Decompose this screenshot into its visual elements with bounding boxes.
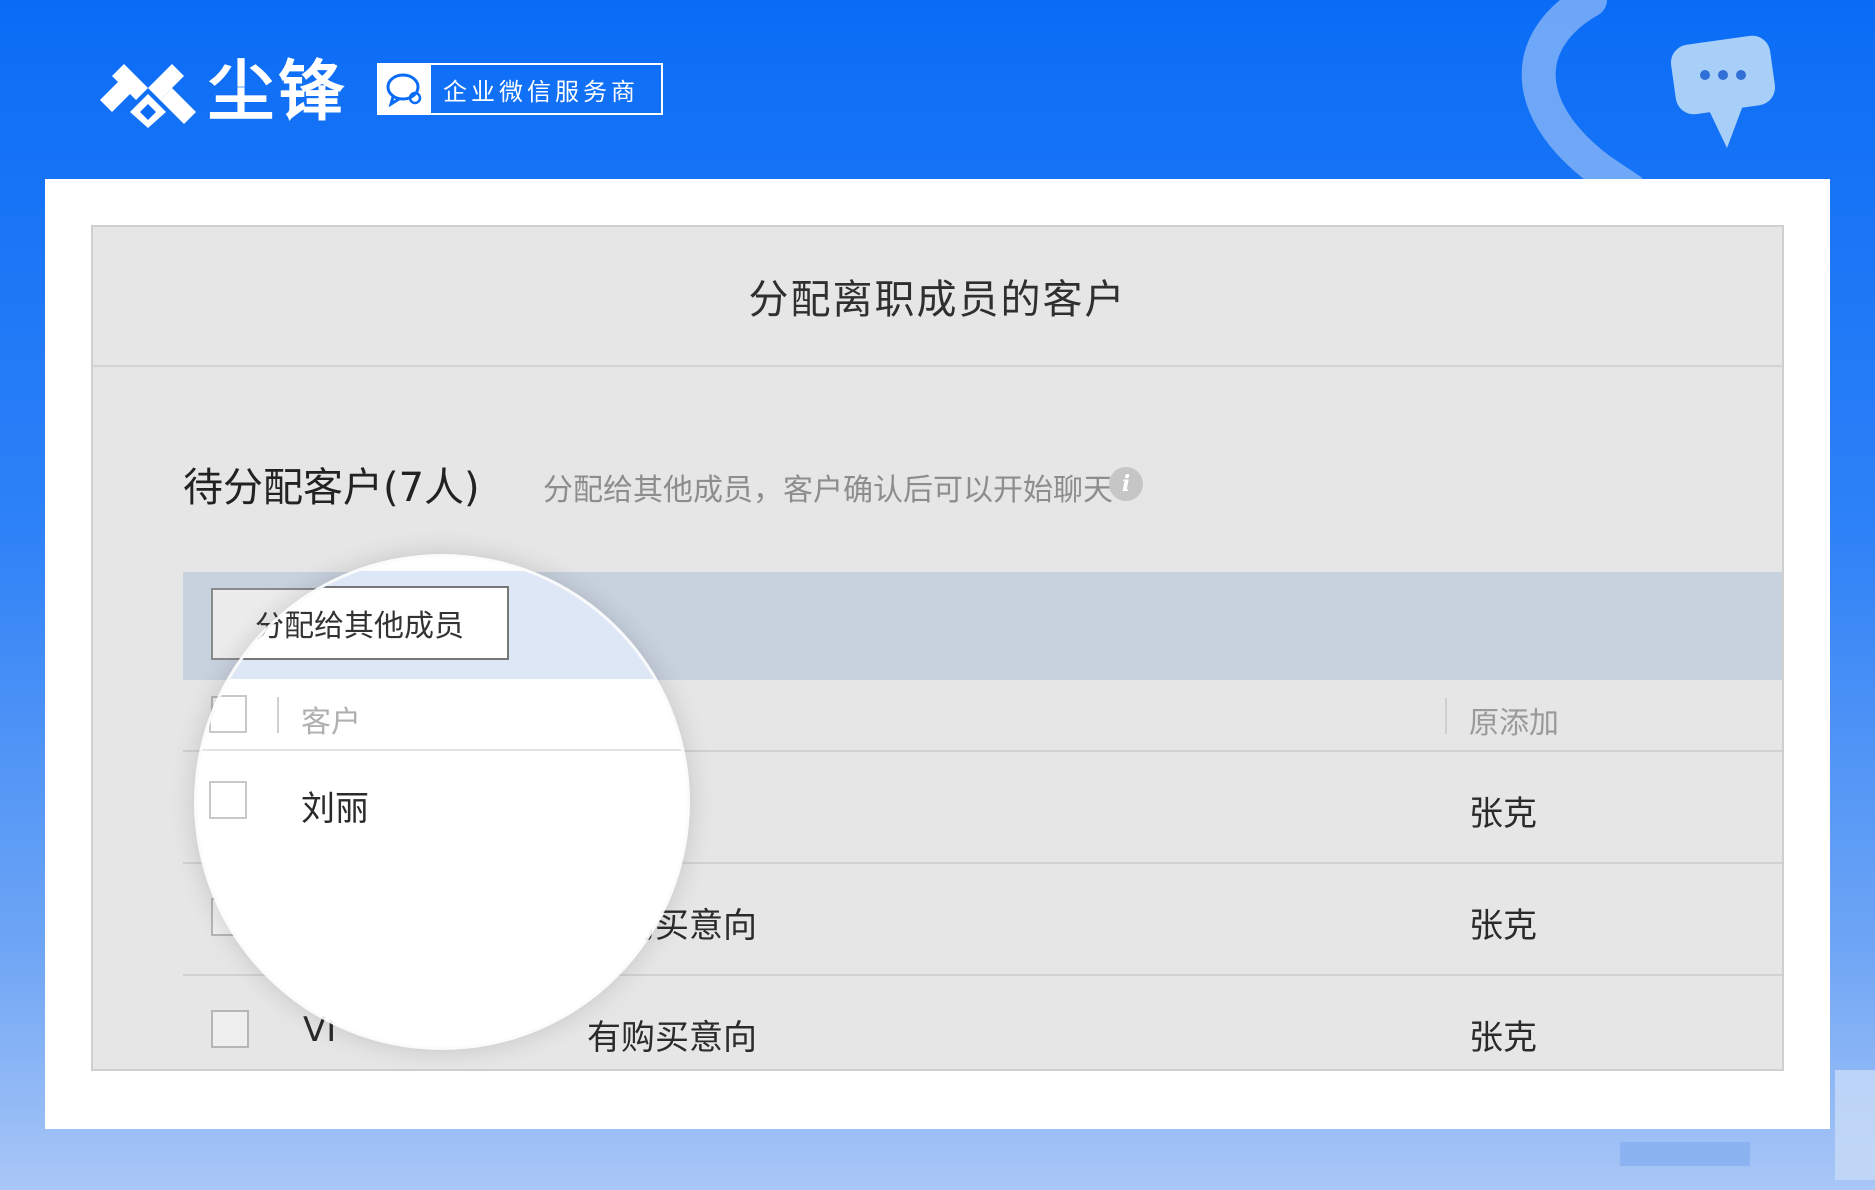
- section-hint: 分配给其他成员，客户确认后可以开始聊天: [543, 473, 1113, 508]
- content-card: 分配离职成员的客户 待分配客户(7人) 分配给其他成员，客户确认后可以开始聊天 …: [45, 179, 1830, 1129]
- badge-text: 企业微信服务商: [443, 77, 639, 106]
- chat-bubble-icon: [1670, 35, 1776, 148]
- magnifier-lens: 待分配客户(7人) 分配给其他成员 客户 刘丽: [197, 557, 687, 1047]
- dialog-header: 分配离职成员的客户: [93, 227, 1782, 367]
- magnified-assign-button[interactable]: 分配给其他成员: [209, 586, 509, 660]
- dialog-title: 分配离职成员的客户: [748, 277, 1127, 323]
- column-separator: [1445, 698, 1447, 734]
- brand: 尘锋: [100, 52, 348, 132]
- brand-logo-icon: [100, 64, 196, 128]
- magnified-content: 待分配客户(7人) 分配给其他成员 客户 刘丽: [197, 557, 687, 1047]
- magnified-select-all-checkbox[interactable]: [209, 695, 247, 733]
- magnified-customer-name: 刘丽: [301, 789, 369, 829]
- original-adder: 张克: [1469, 906, 1537, 946]
- magnified-row-checkbox[interactable]: [209, 781, 247, 819]
- original-adder: 张克: [1469, 1018, 1537, 1058]
- magnified-column-header-customer: 客户: [301, 705, 361, 740]
- service-provider-badge: 企业微信服务商: [377, 63, 663, 115]
- column-header-original-adder: 原添加: [1469, 706, 1559, 741]
- section-title: 待分配客户(7人): [183, 465, 480, 511]
- original-adder: 张克: [1469, 794, 1537, 834]
- magnified-table-row[interactable]: 刘丽: [197, 751, 687, 863]
- column-separator: [277, 697, 279, 733]
- info-icon[interactable]: i: [1109, 467, 1143, 501]
- wecom-chat-icon: [379, 65, 431, 113]
- brand-name: 尘锋: [208, 53, 348, 130]
- magnified-table-header: 客户: [197, 679, 687, 751]
